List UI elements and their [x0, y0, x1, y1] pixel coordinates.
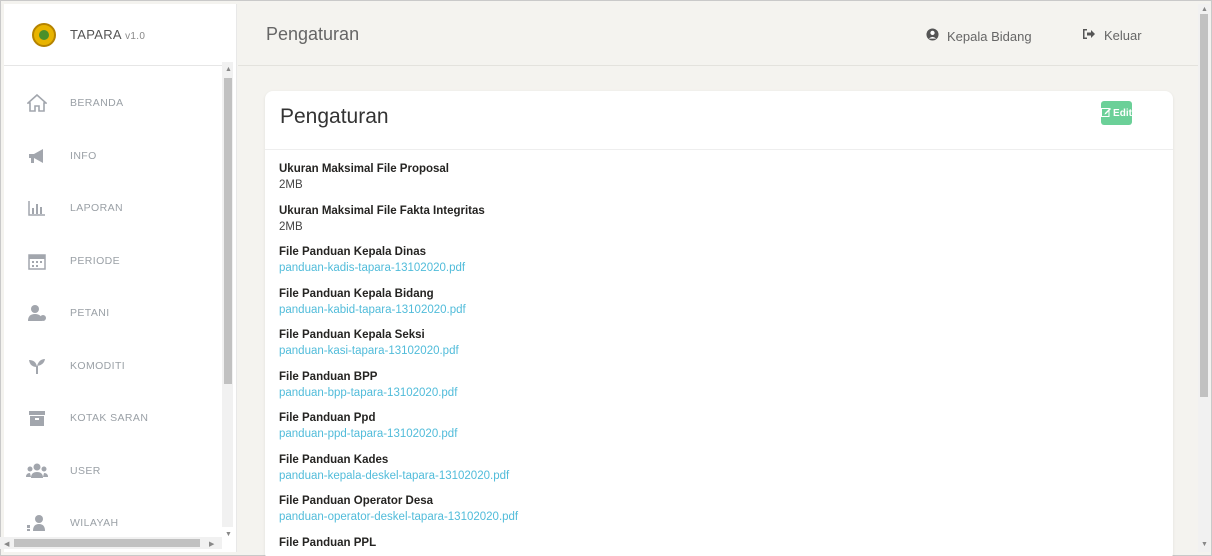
sign-out-icon	[1082, 28, 1096, 43]
sidebar-vertical-scroll-thumb[interactable]	[224, 78, 232, 384]
sprout-icon	[26, 356, 48, 376]
file-link[interactable]: panduan-operator-deskel-tapara-13102020.…	[279, 509, 1139, 525]
setting-label: Ukuran Maksimal File Fakta Integritas	[279, 204, 485, 217]
file-link[interactable]: panduan-kasi-tapara-13102020.pdf	[279, 343, 1139, 359]
sidebar: TAPARA v1.0 BERANDA INFO LAPORAN PERIODE	[4, 4, 237, 552]
sidebar-item-user[interactable]: USER	[4, 445, 224, 498]
sidebar-item-info[interactable]: INFO	[4, 130, 224, 183]
user-menu[interactable]: Kepala Bidang	[926, 28, 1032, 44]
calendar-icon	[26, 251, 48, 271]
megaphone-icon	[26, 146, 48, 166]
sidebar-item-petani[interactable]: PETANI	[4, 287, 224, 340]
setting-label: File Panduan BPP	[279, 370, 378, 383]
setting-label: File Panduan Ppd	[279, 412, 376, 424]
settings-card: Pengaturan Edit Ukuran Maksimal File Pro…	[265, 91, 1173, 556]
user-circle-icon	[926, 28, 939, 44]
scroll-up-arrow-icon[interactable]: ▲	[225, 66, 232, 73]
app-logo	[32, 22, 56, 47]
sidebar-item-label: WILAYAH	[70, 517, 119, 530]
sidebar-item-beranda[interactable]: BERANDA	[4, 77, 224, 130]
sidebar-item-label: PERIODE	[70, 254, 121, 267]
setting-item: File Panduan Kepala Dinas panduan-kadis-…	[279, 245, 1139, 287]
sidebar-item-label: PETANI	[70, 307, 110, 320]
setting-item: File Panduan Ppd panduan-ppd-tapara-1310…	[279, 411, 1139, 453]
setting-label: File Panduan Kades	[279, 453, 389, 466]
scroll-right-arrow-icon[interactable]: ▶	[209, 541, 214, 548]
sidebar-item-label: INFO	[70, 149, 97, 162]
setting-label: Ukuran Maksimal File Proposal	[279, 163, 450, 175]
top-navbar: Pengaturan Kepala Bidang Keluar	[238, 4, 1198, 66]
edit-icon	[1101, 107, 1112, 120]
sidebar-item-label: LAPORAN	[70, 202, 123, 215]
setting-label: File Panduan Kepala Bidang	[279, 287, 434, 300]
setting-item: File Panduan Kepala Seksi panduan-kasi-t…	[279, 328, 1139, 370]
page-title: Pengaturan	[266, 24, 360, 44]
user-role-label: Kepala Bidang	[947, 28, 1032, 44]
page-scroll-up-arrow-icon[interactable]: ▲	[1201, 6, 1208, 13]
region-icon	[26, 513, 48, 533]
logout-label: Keluar	[1104, 28, 1142, 43]
setting-item: Ukuran Maksimal File Fakta Integritas 2M…	[279, 204, 1139, 246]
file-link[interactable]: panduan-kadis-tapara-13102020.pdf	[279, 260, 1139, 276]
brand-name: TAPARA v1.0	[70, 27, 146, 42]
edit-label: Edit	[1113, 107, 1132, 119]
sidebar-item-komoditi[interactable]: KOMODITI	[4, 340, 224, 393]
file-link[interactable]: panduan-kepala-deskel-tapara-13102020.pd…	[279, 468, 1139, 484]
farmer-icon	[26, 303, 48, 323]
scroll-down-arrow-icon[interactable]: ▼	[225, 531, 232, 538]
setting-label: File Panduan PPL	[279, 536, 377, 549]
sidebar-item-label: BERANDA	[70, 97, 124, 110]
archive-box-icon	[26, 408, 48, 428]
file-link[interactable]: panduan-bpp-tapara-13102020.pdf	[279, 385, 1139, 401]
file-link[interactable]: panduan-kabid-tapara-13102020.pdf	[279, 302, 1139, 318]
sidebar-item-label: KOTAK SARAN	[70, 412, 149, 425]
setting-value: 2MB	[279, 220, 303, 233]
edit-button[interactable]: Edit	[1101, 101, 1132, 125]
bar-chart-icon	[26, 198, 48, 218]
setting-item: File Panduan PPL	[279, 536, 1139, 556]
home-icon	[26, 93, 48, 113]
setting-label: File Panduan Kepala Seksi	[279, 329, 425, 341]
logout-button[interactable]: Keluar	[1082, 28, 1142, 43]
sidebar-item-label: KOMODITI	[70, 359, 126, 372]
setting-label: File Panduan Operator Desa	[279, 495, 434, 507]
brand[interactable]: TAPARA v1.0	[4, 4, 230, 66]
sidebar-item-laporan[interactable]: LAPORAN	[4, 182, 224, 235]
settings-list: Ukuran Maksimal File Proposal 2MB Ukuran…	[279, 162, 1139, 556]
scroll-left-arrow-icon[interactable]: ◀	[4, 541, 9, 548]
sidebar-item-periode[interactable]: PERIODE	[4, 235, 224, 288]
setting-item: Ukuran Maksimal File Proposal 2MB	[279, 162, 1139, 204]
setting-value: 2MB	[279, 179, 303, 191]
sidebar-item-kotak-saran[interactable]: KOTAK SARAN	[4, 392, 224, 445]
card-divider	[265, 149, 1173, 150]
page-scroll-down-arrow-icon[interactable]: ▼	[1201, 541, 1208, 548]
setting-item: File Panduan Kepala Bidang panduan-kabid…	[279, 287, 1139, 329]
card-title: Pengaturan	[280, 105, 389, 128]
page-vertical-scroll-thumb[interactable]	[1200, 14, 1208, 397]
setting-item: File Panduan BPP panduan-bpp-tapara-1310…	[279, 370, 1139, 412]
sidebar-item-label: USER	[70, 464, 101, 477]
sidebar-horizontal-scroll-thumb[interactable]	[14, 539, 200, 547]
sidebar-menu: BERANDA INFO LAPORAN PERIODE PETANI KOMO…	[4, 77, 224, 550]
setting-label: File Panduan Kepala Dinas	[279, 246, 426, 258]
setting-item: File Panduan Kades panduan-kepala-deskel…	[279, 453, 1139, 495]
users-icon	[26, 461, 48, 481]
setting-item: File Panduan Operator Desa panduan-opera…	[279, 494, 1139, 536]
file-link[interactable]: panduan-ppd-tapara-13102020.pdf	[279, 426, 1139, 442]
